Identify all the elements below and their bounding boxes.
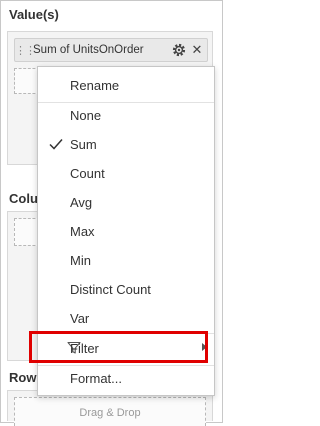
drag-drop-hint: Drag & Drop xyxy=(79,407,141,419)
menu-item-label: Min xyxy=(70,252,91,268)
menu-item-count[interactable]: Count xyxy=(38,159,214,187)
menu-item-format-label: Format... xyxy=(70,370,123,386)
menu-item-label: Sum xyxy=(70,136,97,152)
menu-item-min[interactable]: Min xyxy=(38,246,214,274)
menu-item-var[interactable]: Var xyxy=(38,304,214,332)
gear-icon[interactable] xyxy=(171,42,187,58)
remove-field-close-icon[interactable]: ✕ xyxy=(190,42,204,58)
menu-item-rename[interactable]: Rename xyxy=(38,71,214,99)
menu-item-max[interactable]: Max xyxy=(38,217,214,245)
drag-handle-icon[interactable]: ⋮⋮ xyxy=(15,44,36,57)
menu-item-format[interactable]: Format... xyxy=(38,364,214,392)
menu-item-rename-label: Rename xyxy=(70,77,120,93)
rows-drop-zone[interactable]: Drag & Drop xyxy=(14,397,206,426)
menu-item-avg[interactable]: Avg xyxy=(38,188,214,216)
checkmark-icon xyxy=(49,139,63,150)
menu-item-label: Count xyxy=(70,165,105,181)
menu-item-sum[interactable]: Sum xyxy=(38,130,214,158)
filter-highlight-box xyxy=(29,331,208,363)
value-field-label: Sum of UnitsOnOrder xyxy=(33,44,144,56)
menu-item-label: None xyxy=(70,107,102,123)
menu-item-label: Max xyxy=(70,223,95,239)
menu-item-label: Var xyxy=(70,310,90,326)
value-field-pill[interactable]: ⋮⋮ Sum of UnitsOnOrder ✕ xyxy=(14,38,208,62)
columns-section-title: Colu xyxy=(9,191,38,206)
menu-item-label: Distinct Count xyxy=(70,281,151,297)
values-section-title: Value(s) xyxy=(9,7,59,22)
menu-item-label: Avg xyxy=(70,194,93,210)
menu-item-none[interactable]: None xyxy=(38,101,214,129)
rows-section-title: Row xyxy=(9,370,37,385)
menu-item-distinct-count[interactable]: Distinct Count xyxy=(38,275,214,303)
